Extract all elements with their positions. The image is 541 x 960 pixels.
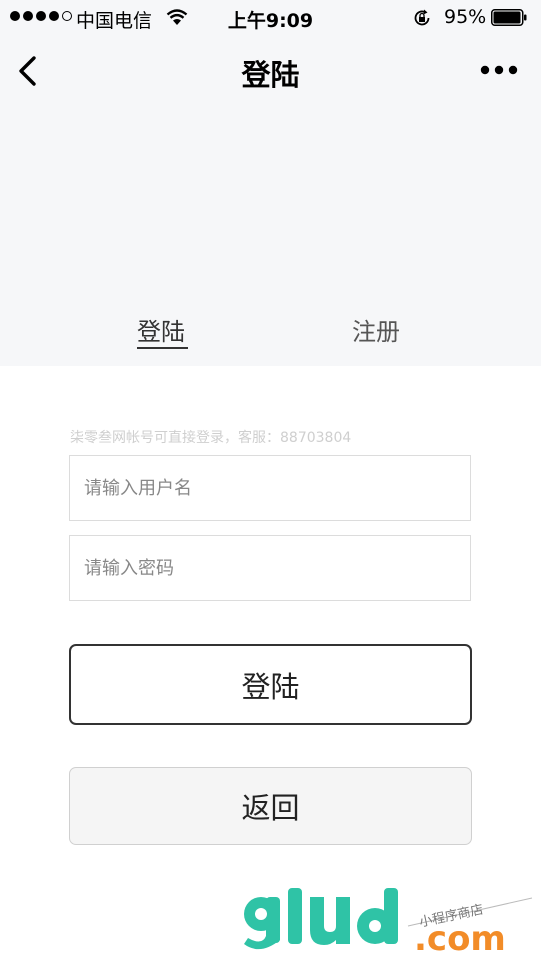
active-tab-indicator <box>137 347 188 349</box>
login-button[interactable]: 登陆 <box>69 644 472 725</box>
battery-percentage: 95% <box>444 6 487 28</box>
username-field-box <box>69 455 471 521</box>
status-bar: 中国电信 上午9:09 95% <box>0 0 541 36</box>
battery-icon <box>491 9 527 26</box>
password-input[interactable] <box>70 536 470 600</box>
back-button[interactable]: 返回 <box>69 767 472 845</box>
login-hint-text: 柒零叁网帐号可直接登录，客服：88703804 <box>70 430 352 446</box>
page-title: 登陆 <box>241 58 300 92</box>
password-field-box <box>69 535 471 601</box>
tab-login[interactable]: 登陆 <box>137 312 185 347</box>
more-options-icon[interactable] <box>479 63 519 77</box>
glud-watermark-logo: .com 小程序商店 <box>244 888 533 959</box>
orientation-lock-icon <box>414 9 430 26</box>
tab-register[interactable]: 注册 <box>352 312 400 347</box>
username-input[interactable] <box>70 456 470 520</box>
